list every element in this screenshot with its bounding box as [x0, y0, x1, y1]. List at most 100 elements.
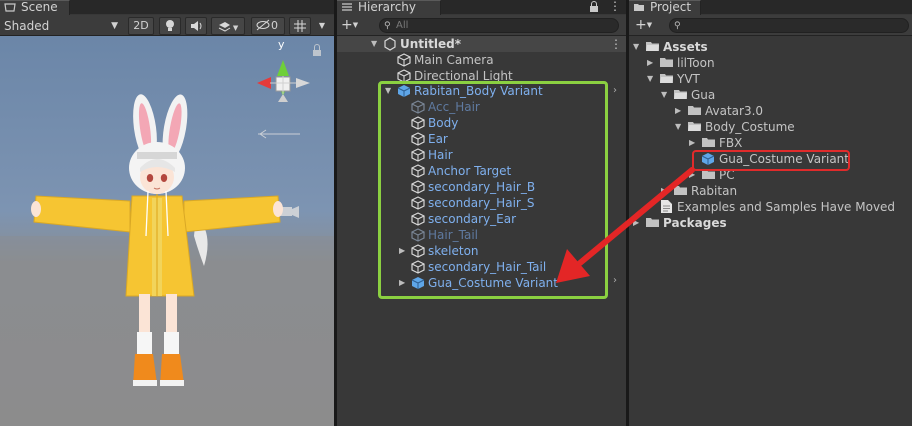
create-dropdown-button[interactable]: +▼: [341, 17, 358, 33]
folder-open-icon: [674, 90, 687, 99]
expand-arrow-icon[interactable]: ▶: [633, 215, 639, 231]
project-panel: Project +▼ ⚲ ▼ Assets ▶ lilToon ▼ YVT ▼ Gua ▶ Ava…: [629, 0, 912, 426]
project-tree-item[interactable]: ▶ FBX: [629, 135, 912, 151]
project-item-label: Gua: [691, 88, 716, 102]
create-dropdown-button[interactable]: +▼: [635, 17, 652, 33]
scene-tab-label: Scene: [21, 0, 58, 14]
gizmo-axis-label: y: [278, 38, 285, 51]
project-toolbar: +▼ ⚲: [629, 15, 912, 36]
project-tree-item[interactable]: ▶ Avatar3.0: [629, 103, 912, 119]
chevron-down-icon: ▼: [646, 21, 653, 29]
scene-tab[interactable]: Scene: [0, 0, 70, 15]
layers-icon: [218, 22, 230, 32]
project-item-label: Body_Costume: [705, 120, 795, 134]
hierarchy-tab[interactable]: Hierarchy: [337, 0, 441, 15]
folder-open-icon: [688, 122, 701, 131]
project-tab-label: Project: [650, 0, 692, 14]
chevron-right-icon[interactable]: ›: [613, 275, 617, 286]
folder-open-icon: [646, 42, 659, 51]
chevron-down-icon: ▼: [230, 24, 239, 32]
speaker-icon: [190, 21, 201, 31]
asset-highlight-box: [692, 150, 850, 171]
project-item-label: Rabitan: [691, 184, 738, 198]
lock-icon[interactable]: [589, 1, 599, 13]
project-item-label: Examples and Samples Have Moved: [677, 200, 896, 214]
grid-toggle-button[interactable]: [289, 17, 311, 35]
lightbulb-icon: [166, 20, 174, 31]
folder-icon: [674, 186, 687, 195]
folder-icon: [634, 4, 644, 11]
expand-arrow-icon[interactable]: ▶: [675, 103, 681, 119]
chevron-right-icon[interactable]: ›: [613, 83, 617, 99]
chevron-down-icon: ▼: [318, 21, 326, 30]
hidden-objects-toggle[interactable]: 0: [251, 17, 285, 35]
expand-arrow-icon[interactable]: ▶: [647, 55, 653, 71]
search-icon: ⚲: [384, 21, 391, 31]
search-icon: ⚲: [674, 21, 681, 31]
expand-arrow-icon[interactable]: ▼: [633, 39, 639, 55]
chevron-down-icon: ▼: [111, 21, 118, 31]
scene-toolbar: Shaded ▼ 2D ▼ 0 ▼: [0, 15, 334, 36]
folder-icon: [660, 58, 673, 67]
scene-tab-icon: [4, 3, 16, 12]
shading-mode-value: Shaded: [4, 19, 50, 33]
expand-arrow-icon[interactable]: ▶: [689, 135, 695, 151]
expand-arrow-icon[interactable]: ▼: [647, 71, 653, 87]
kebab-menu-icon[interactable]: ⋮: [610, 36, 622, 52]
project-tree-item[interactable]: ▼ YVT: [629, 71, 912, 87]
lock-icon[interactable]: [313, 44, 321, 57]
scene-view-canvas: y: [0, 38, 334, 426]
prefab-highlight-box: [378, 81, 608, 299]
scene-viewport[interactable]: y: [0, 36, 334, 426]
folder-icon: [688, 106, 701, 115]
hierarchy-panel: Hierarchy ⋮ +▼ ⚲ All ▼ Untitled* ⋮ Main …: [337, 0, 626, 426]
scene-panel: Scene Shaded ▼ 2D ▼ 0 ▼ y: [0, 0, 334, 426]
project-tree-item[interactable]: ▶ Rabitan: [629, 183, 912, 199]
expand-arrow-icon[interactable]: ▼: [661, 87, 667, 103]
chevron-down-icon: ▼: [352, 21, 359, 29]
scene-root-row[interactable]: ▼ Untitled* ⋮: [337, 36, 626, 52]
project-item-label: lilToon: [677, 56, 715, 70]
folder-open-icon: [660, 74, 673, 83]
effects-dropdown-button[interactable]: ▼: [211, 17, 245, 35]
project-item-label: Avatar3.0: [705, 104, 764, 118]
toggle-2d-label: 2D: [133, 19, 149, 32]
expand-arrow-icon[interactable]: ▼: [371, 36, 377, 52]
gameobject-icon: [397, 53, 411, 67]
shading-mode-dropdown[interactable]: Shaded ▼: [4, 18, 120, 34]
toggle-2d-button[interactable]: 2D: [128, 17, 154, 35]
project-item-label: FBX: [719, 136, 743, 150]
expand-arrow-icon[interactable]: ▼: [675, 119, 681, 135]
hierarchy-tab-label: Hierarchy: [358, 0, 417, 14]
project-tree-item[interactable]: ▼ Gua: [629, 87, 912, 103]
hierarchy-item-label: Main Camera: [414, 53, 494, 67]
kebab-menu-icon[interactable]: ⋮: [609, 0, 621, 13]
project-tree-item[interactable]: ▼ Assets: [629, 39, 912, 55]
document-icon: [661, 200, 672, 213]
hierarchy-search-placeholder: All: [396, 20, 409, 31]
scene-gizmo[interactable]: y: [257, 38, 310, 102]
eye-slash-icon: [256, 19, 270, 31]
project-item-label: Packages: [663, 216, 727, 230]
scene-name: Untitled*: [400, 37, 461, 51]
lighting-toggle-button[interactable]: [159, 17, 181, 35]
project-tree-item[interactable]: Examples and Samples Have Moved: [629, 199, 912, 215]
folder-icon: [646, 218, 659, 227]
unity-scene-icon: [384, 37, 396, 51]
project-tree-item[interactable]: ▼ Body_Costume: [629, 119, 912, 135]
expand-arrow-icon[interactable]: ▶: [661, 183, 667, 199]
scene-overflow-dropdown[interactable]: ▼: [314, 17, 330, 35]
grid-icon: [294, 20, 306, 32]
project-tree-item[interactable]: ▶ Packages: [629, 215, 912, 231]
list-icon: [342, 3, 352, 11]
folder-icon: [702, 138, 715, 147]
project-search-input[interactable]: ⚲: [669, 18, 909, 33]
audio-toggle-button[interactable]: [185, 17, 207, 35]
project-item-label: YVT: [677, 72, 700, 86]
project-tree-item[interactable]: ▶ lilToon: [629, 55, 912, 71]
hierarchy-item[interactable]: Main Camera: [337, 52, 626, 68]
project-tab[interactable]: Project: [629, 0, 701, 15]
hidden-objects-count: 0: [271, 19, 278, 32]
hierarchy-search-input[interactable]: ⚲ All: [379, 18, 619, 33]
hierarchy-toolbar: +▼ ⚲ All: [337, 15, 626, 36]
